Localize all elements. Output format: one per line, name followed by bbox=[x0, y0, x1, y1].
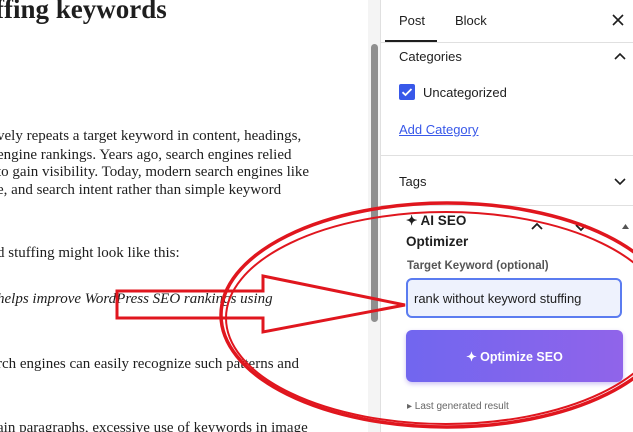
close-sidebar-button[interactable] bbox=[607, 9, 629, 31]
categories-panel-title[interactable]: Categories bbox=[399, 49, 462, 64]
post-heading[interactable]: ffing keywords bbox=[0, 0, 167, 25]
settings-sidebar: Post Block Categories Uncategorized Add … bbox=[380, 0, 633, 432]
panel-divider bbox=[381, 155, 633, 156]
tab-block[interactable]: Block bbox=[455, 13, 487, 28]
chevron-up-icon[interactable] bbox=[530, 221, 544, 231]
chevron-down-icon[interactable] bbox=[613, 176, 627, 186]
category-checkbox[interactable] bbox=[399, 84, 415, 100]
checkmark-icon bbox=[401, 88, 413, 97]
paragraph-line[interactable]: to gain visibility. Today, modern search… bbox=[0, 164, 309, 181]
chevron-up-icon[interactable] bbox=[613, 51, 627, 61]
example-quote-line[interactable]: helps improve WordPress SEO rankings usi… bbox=[0, 291, 273, 308]
ai-seo-panel-title: ✦ AI SEO Optimizer bbox=[406, 210, 516, 252]
paragraph-line[interactable]: d stuffing might look like this: bbox=[0, 245, 180, 262]
panel-menu-arrow-icon[interactable] bbox=[621, 223, 630, 230]
panel-divider bbox=[381, 205, 633, 206]
add-category-link[interactable]: Add Category bbox=[399, 122, 479, 137]
paragraph-line[interactable]: rch engines can easily recognize such pa… bbox=[0, 356, 299, 373]
active-tab-indicator bbox=[385, 40, 437, 42]
ai-seo-title-line: ✦ AI SEO bbox=[406, 213, 467, 228]
ai-seo-title-line: Optimizer bbox=[406, 234, 469, 249]
sidebar-tabs: Post Block bbox=[381, 0, 633, 43]
paragraph-line[interactable]: engine rankings. Years ago, search engin… bbox=[0, 147, 292, 164]
paragraph-line[interactable]: vely repeats a target keyword in content… bbox=[0, 128, 301, 145]
chevron-down-icon[interactable] bbox=[574, 222, 588, 232]
target-keyword-label: Target Keyword (optional) bbox=[407, 260, 549, 272]
paragraph-line[interactable]: e, and search intent rather than simple … bbox=[0, 182, 281, 199]
target-keyword-input[interactable] bbox=[406, 278, 622, 318]
editor-scrollbar-thumb[interactable] bbox=[371, 44, 378, 322]
paragraph-line[interactable]: ain paragraphs, excessive use of keyword… bbox=[0, 420, 308, 432]
last-generated-result-toggle[interactable]: ▸ Last generated result bbox=[407, 401, 509, 412]
editor-canvas[interactable]: ffing keywords vely repeats a target key… bbox=[0, 0, 368, 432]
optimize-seo-button[interactable]: ✦ Optimize SEO bbox=[406, 330, 623, 382]
tags-panel-title[interactable]: Tags bbox=[399, 174, 426, 189]
tab-post[interactable]: Post bbox=[399, 13, 425, 28]
close-icon bbox=[612, 14, 624, 26]
category-label[interactable]: Uncategorized bbox=[423, 85, 507, 100]
